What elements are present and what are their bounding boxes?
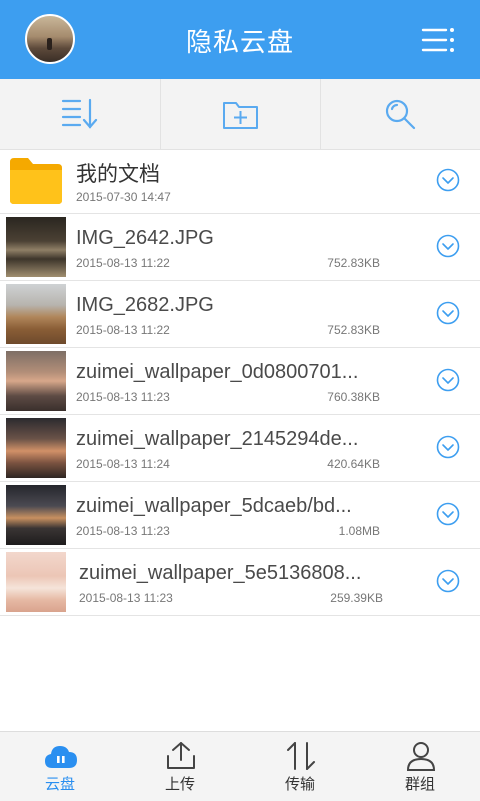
list-item[interactable]: zuimei_wallpaper_2145294de... 2015-08-13… <box>0 415 480 482</box>
tab-cloud-disk[interactable]: 云盘 <box>0 732 120 801</box>
file-list: 我的文档 2015-07-30 14:47 IMG_2642.JPG 2015-… <box>0 150 480 616</box>
list-item[interactable]: zuimei_wallpaper_5e5136808... 2015-08-13… <box>0 549 480 616</box>
tab-label: 传输 <box>284 775 315 793</box>
page-title: 隐私云盘 <box>185 28 294 58</box>
upload-icon <box>167 742 195 769</box>
image-thumbnail <box>6 485 66 545</box>
file-date: 2015-08-13 11:22 <box>76 323 170 337</box>
image-thumbnail <box>6 552 66 612</box>
file-name: zuimei_wallpaper_0d0800701... <box>76 361 359 383</box>
file-size: 760.38KB <box>327 390 380 404</box>
new-folder-button[interactable] <box>160 79 321 149</box>
list-menu-icon[interactable] <box>420 24 456 56</box>
search-icon <box>385 99 415 130</box>
cloud-icon <box>45 746 77 768</box>
transfer-icon <box>287 742 315 770</box>
sort-icon <box>61 98 97 129</box>
image-thumbnail <box>6 284 66 344</box>
chevron-down-icon[interactable] <box>436 234 460 258</box>
list-item[interactable]: zuimei_wallpaper_5dcaeb/bd... 2015-08-13… <box>0 482 480 549</box>
file-name: IMG_2642.JPG <box>76 227 214 249</box>
tab-label: 上传 <box>164 775 195 793</box>
file-size: 420.64KB <box>327 457 380 471</box>
file-size: 1.08MB <box>338 524 380 538</box>
list-item[interactable]: IMG_2642.JPG 2015-08-13 11:22 752.83KB <box>0 214 480 281</box>
file-name: zuimei_wallpaper_2145294de... <box>76 428 359 450</box>
folder-icon <box>10 158 62 204</box>
file-name: 我的文档 <box>76 162 160 186</box>
tab-label: 群组 <box>404 775 435 793</box>
file-name: zuimei_wallpaper_5dcaeb/bd... <box>76 495 352 517</box>
search-button[interactable] <box>321 79 480 149</box>
bottom-tab-bar: 云盘 上传 传输 群组 <box>0 731 480 801</box>
file-name: IMG_2682.JPG <box>76 294 214 316</box>
file-date: 2015-08-13 11:23 <box>76 524 170 538</box>
tab-upload[interactable]: 上传 <box>120 732 240 801</box>
group-icon <box>406 742 436 771</box>
file-date: 2015-08-13 11:22 <box>76 256 170 270</box>
list-item[interactable]: IMG_2682.JPG 2015-08-13 11:22 752.83KB <box>0 281 480 348</box>
list-item[interactable]: zuimei_wallpaper_0d0800701... 2015-08-13… <box>0 348 480 415</box>
file-date: 2015-08-13 11:24 <box>76 457 170 471</box>
file-date: 2015-07-30 14:47 <box>76 190 171 204</box>
tab-label: 云盘 <box>44 775 75 793</box>
chevron-down-icon[interactable] <box>436 368 460 392</box>
chevron-down-icon[interactable] <box>436 168 460 192</box>
toolbar <box>0 79 480 150</box>
image-thumbnail <box>6 418 66 478</box>
file-date: 2015-08-13 11:23 <box>79 591 173 605</box>
image-thumbnail <box>6 217 66 277</box>
image-thumbnail <box>6 351 66 411</box>
file-size: 752.83KB <box>327 323 380 337</box>
tab-group[interactable]: 群组 <box>360 732 480 801</box>
sort-button[interactable] <box>0 79 159 149</box>
chevron-down-icon[interactable] <box>436 569 460 593</box>
chevron-down-icon[interactable] <box>436 502 460 526</box>
list-item[interactable]: 我的文档 2015-07-30 14:47 <box>0 150 480 214</box>
new-folder-icon <box>222 102 258 129</box>
file-size: 259.39KB <box>330 591 383 605</box>
chevron-down-icon[interactable] <box>436 435 460 459</box>
file-name: zuimei_wallpaper_5e5136808... <box>79 562 362 584</box>
file-date: 2015-08-13 11:23 <box>76 390 170 404</box>
file-size: 752.83KB <box>327 256 380 270</box>
tab-transfer[interactable]: 传输 <box>240 732 360 801</box>
app-header: 隐私云盘 <box>0 0 480 79</box>
chevron-down-icon[interactable] <box>436 301 460 325</box>
